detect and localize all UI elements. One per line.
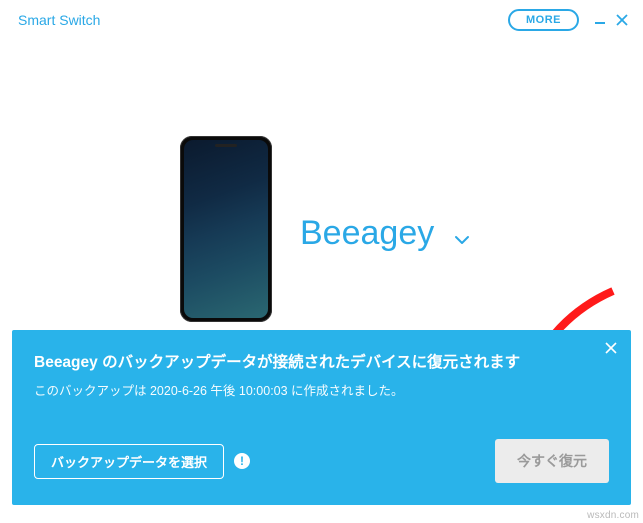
device-name: Beeagey [300, 214, 434, 253]
banner-title: Beeagey のバックアップデータが接続されたデバイスに復元されます [34, 350, 609, 372]
app-title: Smart Switch [18, 12, 100, 28]
watermark: wsxdn.com [587, 510, 639, 521]
close-icon [605, 342, 617, 354]
info-icon[interactable]: ! [234, 453, 250, 469]
phone-illustration [180, 136, 272, 322]
more-button[interactable]: MORE [508, 9, 579, 31]
select-backup-row: バックアップデータを選択 ! [34, 444, 250, 479]
minimize-icon [593, 13, 607, 27]
phone-earpiece [215, 144, 237, 147]
phone-screen [184, 140, 268, 318]
main-stage: Beeagey [0, 40, 643, 360]
restore-banner: Beeagey のバックアップデータが接続されたデバイスに復元されます このバッ… [12, 330, 631, 505]
title-bar: Smart Switch MORE [0, 0, 643, 40]
close-icon [615, 13, 629, 27]
banner-subtitle: このバックアップは 2020-6-26 午後 10:00:03 に作成されました… [34, 380, 609, 399]
close-button[interactable] [611, 9, 633, 31]
device-selector[interactable]: Beeagey [300, 214, 470, 253]
restore-now-button[interactable]: 今すぐ復元 [495, 439, 609, 483]
chevron-down-icon [454, 232, 470, 248]
minimize-button[interactable] [589, 9, 611, 31]
select-backup-button[interactable]: バックアップデータを選択 [34, 444, 224, 479]
banner-actions: バックアップデータを選択 ! 今すぐ復元 [34, 439, 609, 483]
banner-close-button[interactable] [605, 342, 617, 357]
